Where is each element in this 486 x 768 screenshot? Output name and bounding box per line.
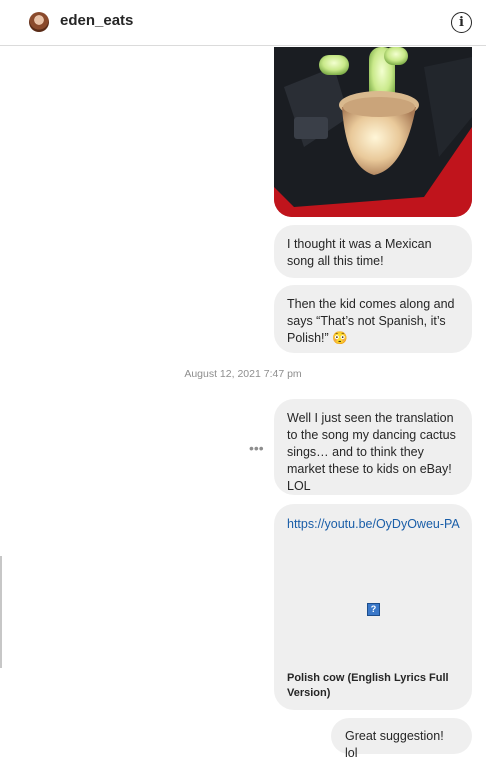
chat-header: eden_eats i bbox=[0, 0, 486, 46]
info-icon[interactable]: i bbox=[451, 12, 472, 33]
message-bubble[interactable]: Well I just seen the translation to the … bbox=[274, 399, 472, 495]
more-options-icon[interactable]: ••• bbox=[249, 441, 264, 455]
link-preview-divider bbox=[0, 556, 2, 668]
message-bubble[interactable]: Then the kid comes along and says “That’… bbox=[274, 285, 472, 353]
cactus-photo-image bbox=[274, 47, 472, 217]
link-preview-card[interactable]: https://youtu.be/OyDyOweu-PA ? Polish co… bbox=[274, 504, 472, 710]
link-url[interactable]: https://youtu.be/OyDyOweu-PA bbox=[287, 516, 463, 533]
broken-image-icon: ? bbox=[367, 603, 380, 616]
message-bubble[interactable]: Great suggestion! lol bbox=[331, 718, 472, 760]
chat-username[interactable]: eden_eats bbox=[60, 12, 133, 29]
avatar[interactable] bbox=[29, 12, 49, 32]
message-bubble[interactable]: I thought it was a Mexican song all this… bbox=[274, 225, 472, 278]
message-timestamp: August 12, 2021 7:47 pm bbox=[184, 368, 302, 380]
link-title: Polish cow (English Lyrics Full Version) bbox=[287, 672, 449, 699]
cactus-photo-message[interactable] bbox=[274, 47, 472, 217]
